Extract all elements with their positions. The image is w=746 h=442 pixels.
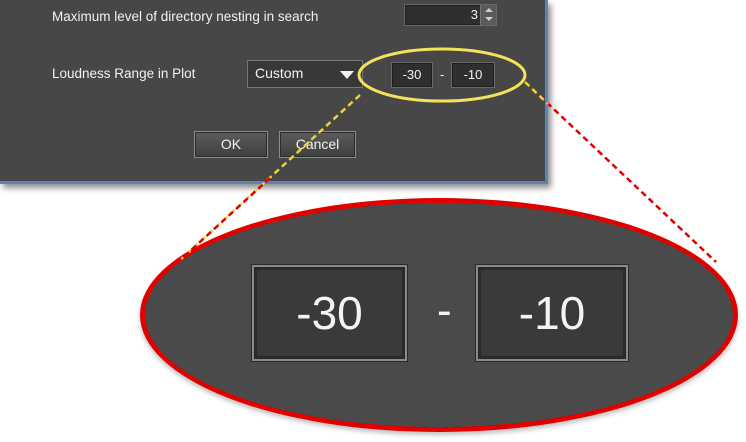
annotation-overlay <box>177 47 717 263</box>
highlight-ellipse <box>357 47 527 103</box>
connector-line-right-upper <box>524 81 549 105</box>
connector-line-right <box>524 81 717 263</box>
